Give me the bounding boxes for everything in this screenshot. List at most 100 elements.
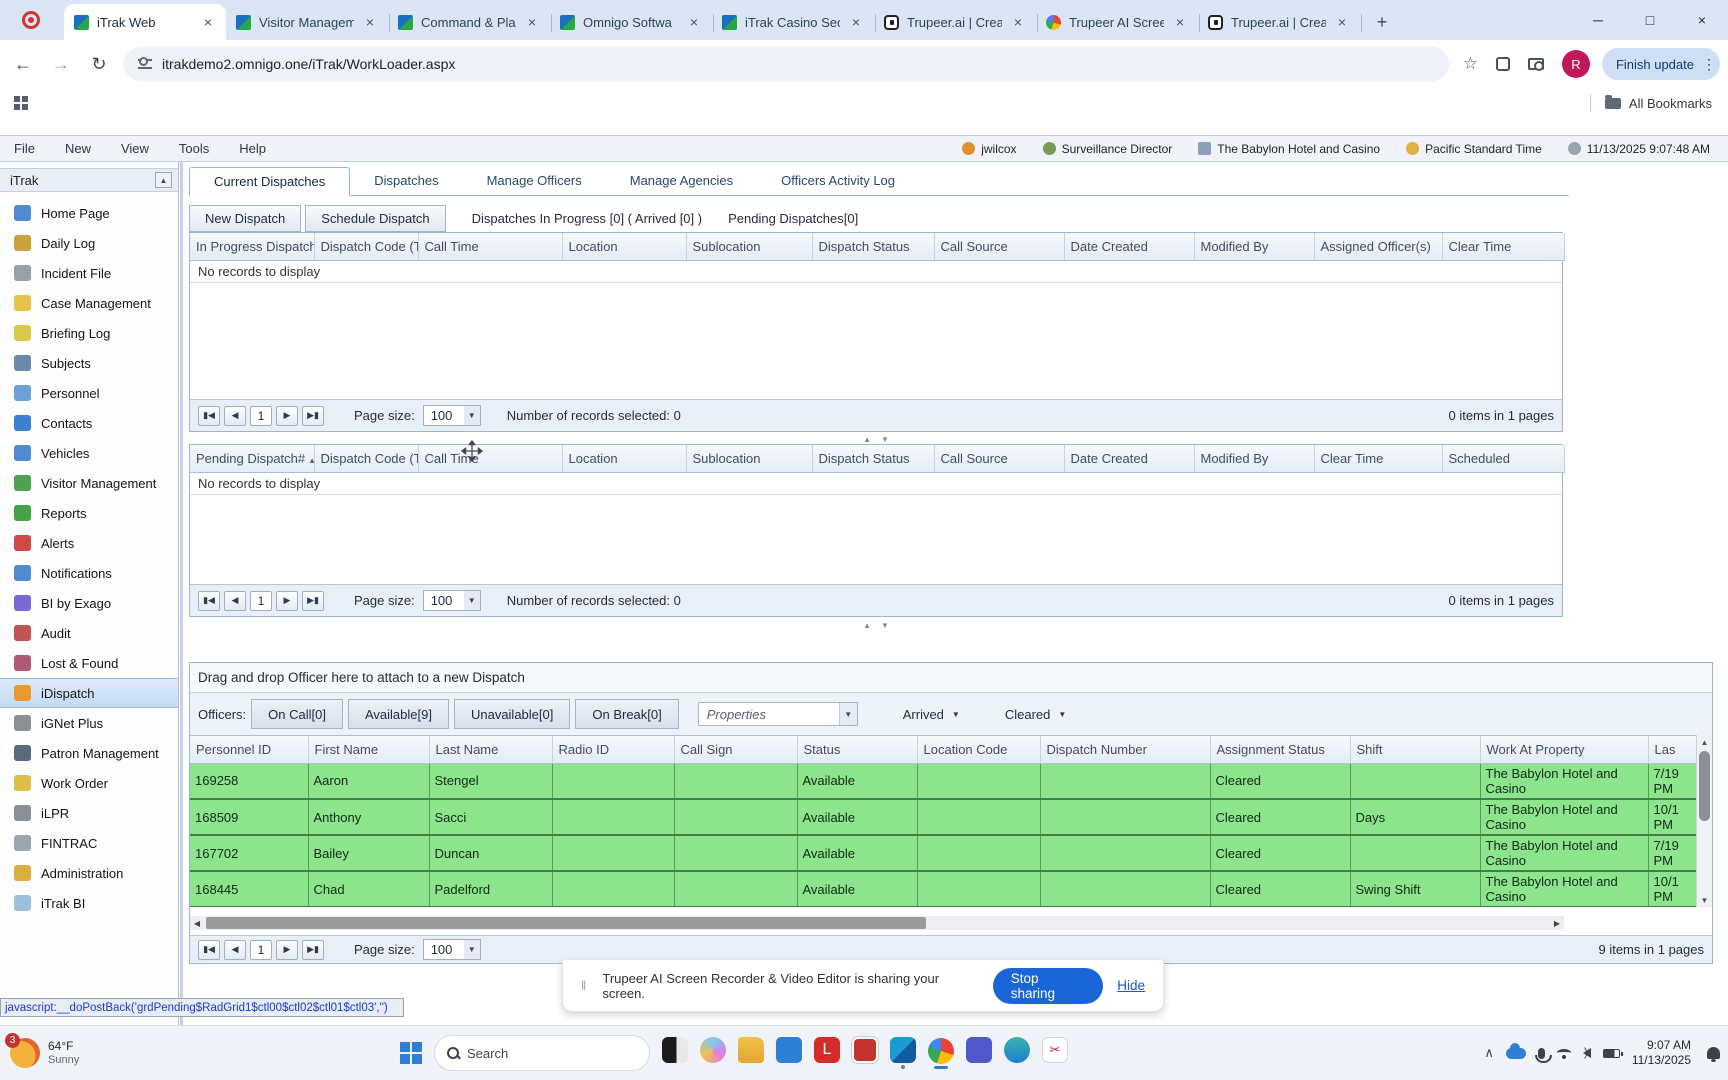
column-header[interactable]: Work At Property <box>1480 736 1648 763</box>
grid-cell[interactable]: 168445 <box>190 871 308 907</box>
pager-last-button[interactable]: ▶▮ <box>302 406 324 426</box>
grid-cell[interactable]: Duncan <box>429 835 552 871</box>
taskbar-clock[interactable]: 9:07 AM 11/13/2025 <box>1632 1038 1691 1068</box>
grid-cell[interactable]: Padelford <box>429 871 552 907</box>
splitter-up-icon[interactable]: ▲ <box>863 621 871 630</box>
sidebar-item-itrak-bi[interactable]: iTrak BI <box>0 888 178 918</box>
forward-icon[interactable]: → <box>46 49 76 79</box>
on-break-filter-button[interactable]: On Break[0] <box>575 699 678 729</box>
grid-cell[interactable]: Bailey <box>308 835 429 871</box>
site-info-icon[interactable] <box>138 59 152 69</box>
browser-tab-trupeer-screen[interactable]: Trupeer AI Scree× <box>1036 4 1198 40</box>
column-header[interactable]: Last Name <box>429 736 552 763</box>
column-header[interactable]: Dispatch Number <box>1040 736 1210 763</box>
tab-close-icon[interactable]: × <box>362 14 378 30</box>
sidebar-item-subjects[interactable]: Subjects <box>0 348 178 378</box>
grid-cell[interactable]: 7/19 PM <box>1648 763 1698 799</box>
column-header[interactable]: Call Time <box>418 233 562 260</box>
sidebar-item-work-order[interactable]: Work Order <box>0 768 178 798</box>
pager-page-number[interactable]: 1 <box>250 406 272 426</box>
menu-tools[interactable]: Tools <box>179 141 209 156</box>
column-header[interactable]: Dispatch Code (Topic) <box>314 233 418 260</box>
grid-cell[interactable]: The Babylon Hotel and Casino <box>1480 799 1648 835</box>
grid-cell[interactable]: Cleared <box>1210 871 1350 907</box>
grid-cell[interactable] <box>1040 871 1210 907</box>
grid-cell[interactable] <box>552 871 674 907</box>
grid-cell[interactable] <box>552 763 674 799</box>
tab-close-icon[interactable]: × <box>1172 14 1188 30</box>
sidebar-item-bi-by-exago[interactable]: BI by Exago <box>0 588 178 618</box>
officer-row[interactable]: 168509 Anthony Sacci Available Cleared D… <box>190 799 1698 835</box>
bookmark-star-icon[interactable]: ☆ <box>1463 54 1478 74</box>
sidebar-item-case-management[interactable]: Case Management <box>0 288 178 318</box>
pending-dispatches-link[interactable]: Pending Dispatches[0] <box>728 211 858 226</box>
horizontal-scrollbar[interactable]: ◀ ▶ <box>190 916 1564 930</box>
column-header[interactable]: Dispatch Status <box>812 233 934 260</box>
menu-file[interactable]: File <box>14 141 35 156</box>
page-size-select[interactable]: 100▼ <box>423 939 481 960</box>
start-button[interactable] <box>400 1042 422 1064</box>
grid-cell[interactable] <box>552 835 674 871</box>
column-header[interactable]: Location <box>562 233 686 260</box>
grid-cell[interactable]: Anthony <box>308 799 429 835</box>
tab-close-icon[interactable]: × <box>1010 14 1026 30</box>
file-explorer-icon[interactable] <box>738 1037 764 1063</box>
column-header[interactable]: In Progress Dispatch# <box>190 233 314 260</box>
pager-page-number[interactable]: 1 <box>250 940 272 960</box>
tab-close-icon[interactable]: × <box>524 14 540 30</box>
chevron-down-icon[interactable]: ▼ <box>839 703 857 725</box>
column-header[interactable]: Status <box>797 736 917 763</box>
apps-grid-icon[interactable] <box>14 96 28 110</box>
officer-row[interactable]: 169258 Aaron Stengel Available Cleared T… <box>190 763 1698 799</box>
grid-cell[interactable]: Days <box>1350 799 1480 835</box>
speaker-icon[interactable] <box>1583 1048 1591 1058</box>
column-header[interactable]: Dispatch Status <box>812 445 934 472</box>
scroll-left-icon[interactable]: ◀ <box>190 919 204 928</box>
grid-cell[interactable] <box>674 835 797 871</box>
menu-help[interactable]: Help <box>239 141 266 156</box>
grid-cell[interactable] <box>674 799 797 835</box>
sidebar-item-ignet-plus[interactable]: iGNet Plus <box>0 708 178 738</box>
splitter-down-icon[interactable]: ▼ <box>881 621 889 630</box>
grid-cell[interactable] <box>917 835 1040 871</box>
column-header[interactable]: Assigned Officer(s) <box>1314 233 1442 260</box>
address-bar[interactable]: itrakdemo2.omnigo.one/iTrak/WorkLoader.a… <box>124 47 1449 81</box>
grid-cell[interactable]: The Babylon Hotel and Casino <box>1480 763 1648 799</box>
pager-first-button[interactable]: ▮◀ <box>198 940 220 960</box>
battery-icon[interactable] <box>1603 1049 1620 1058</box>
pager-last-button[interactable]: ▶▮ <box>302 591 324 611</box>
column-header[interactable]: Clear Time <box>1442 233 1564 260</box>
column-header[interactable]: Sublocation <box>686 233 812 260</box>
grid-cell[interactable]: Sacci <box>429 799 552 835</box>
desktop-app-icon[interactable] <box>662 1037 688 1063</box>
column-header[interactable]: Personnel ID <box>190 736 308 763</box>
finish-update-button[interactable]: Finish update ⋮ <box>1602 48 1720 80</box>
snipping-tool-icon[interactable]: ✂ <box>1042 1037 1068 1063</box>
grid-cell[interactable] <box>1350 835 1480 871</box>
notifications-bell-icon[interactable] <box>1707 1047 1720 1059</box>
copilot-icon[interactable] <box>700 1037 726 1063</box>
officer-row[interactable]: 168445 Chad Padelford Available Cleared … <box>190 871 1698 907</box>
teams-icon[interactable] <box>966 1037 992 1063</box>
officer-row[interactable]: 167702 Bailey Duncan Available Cleared T… <box>190 835 1698 871</box>
pager-next-button[interactable]: ▶ <box>276 591 298 611</box>
grid-cell[interactable]: Stengel <box>429 763 552 799</box>
grid-cell[interactable]: Cleared <box>1210 835 1350 871</box>
column-header[interactable]: Assignment Status <box>1210 736 1350 763</box>
pane-splitter[interactable]: ▲▼ <box>189 434 1563 444</box>
window-minimize-button[interactable]: ─ <box>1572 0 1624 40</box>
tab-dispatches[interactable]: Dispatches <box>350 166 462 195</box>
scrollbar-thumb[interactable] <box>206 917 926 929</box>
splitter-up-icon[interactable]: ▲ <box>863 435 871 444</box>
grid-cell[interactable] <box>674 871 797 907</box>
pager-first-button[interactable]: ▮◀ <box>198 591 220 611</box>
sync-app-icon[interactable] <box>1004 1037 1030 1063</box>
chrome-icon[interactable] <box>928 1038 954 1064</box>
pager-next-button[interactable]: ▶ <box>276 940 298 960</box>
sidebar-item-patron-management[interactable]: Patron Management <box>0 738 178 768</box>
column-header[interactable]: Date Created <box>1064 233 1194 260</box>
on-call-filter-button[interactable]: On Call[0] <box>251 699 343 729</box>
arrived-dropdown[interactable]: Arrived▼ <box>903 707 960 722</box>
pager-prev-button[interactable]: ◀ <box>224 940 246 960</box>
schedule-dispatch-button[interactable]: Schedule Dispatch <box>305 205 445 232</box>
